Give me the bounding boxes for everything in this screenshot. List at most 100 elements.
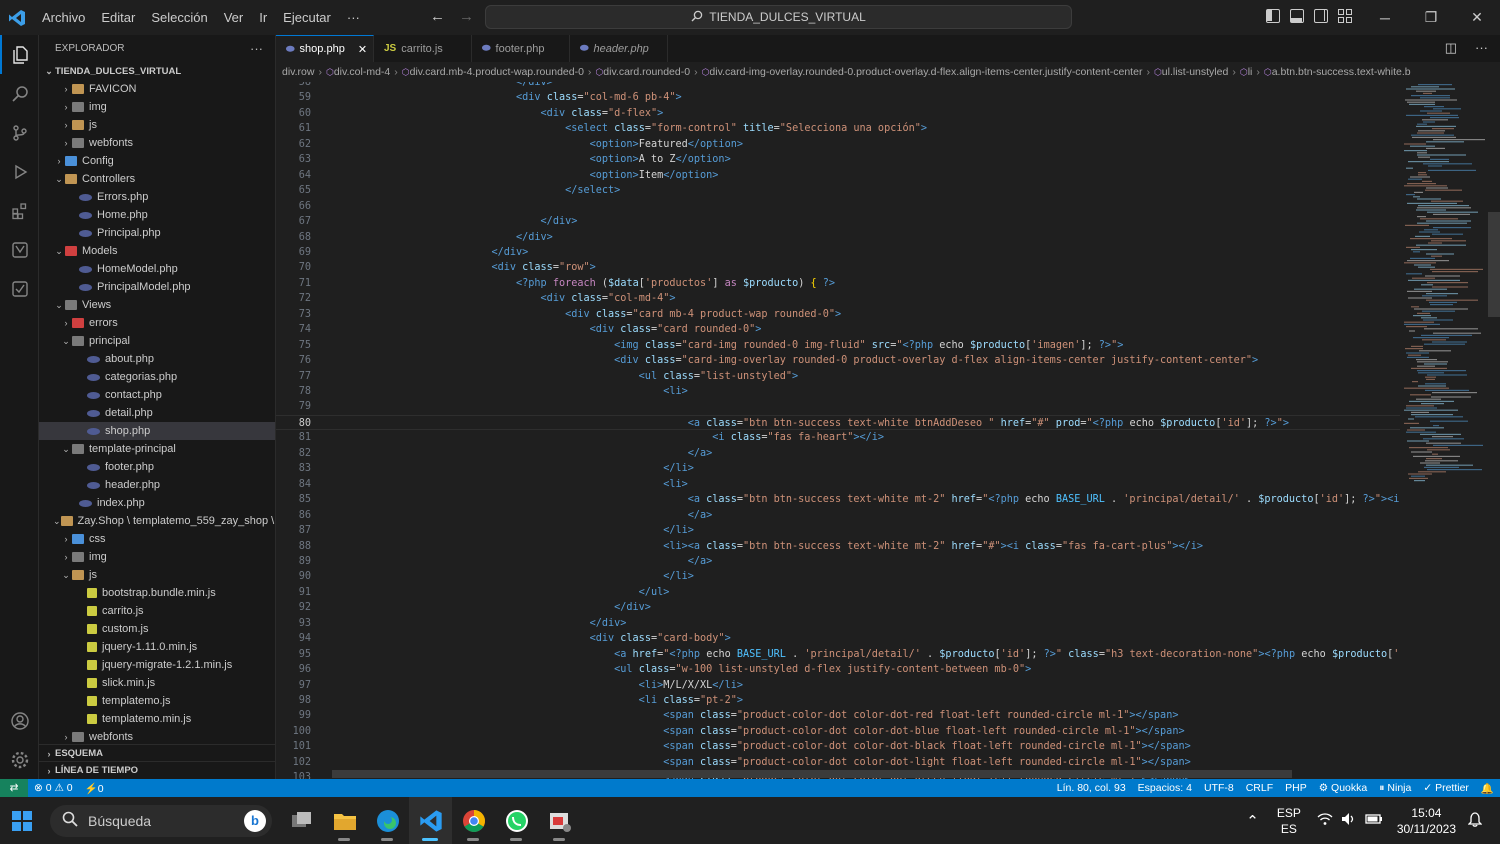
code-line[interactable]: 87 </li> <box>276 523 1400 538</box>
horizontal-scrollbar[interactable] <box>332 770 1292 778</box>
code-line[interactable]: 60 <div class="d-flex"> <box>276 106 1400 121</box>
code-line[interactable]: 62 <option>Featured</option> <box>276 137 1400 152</box>
tree-folder[interactable]: › img <box>39 548 275 566</box>
code-line[interactable]: 66 <box>276 199 1400 214</box>
code-line[interactable]: 100 <span class="product-color-dot color… <box>276 724 1400 739</box>
code-line[interactable]: 93 </div> <box>276 616 1400 631</box>
tree-file[interactable]: Home.php <box>39 206 275 224</box>
input-language[interactable]: ESP ES <box>1277 805 1301 837</box>
forward-arrow-icon[interactable]: → <box>459 8 474 25</box>
start-button[interactable] <box>0 797 44 844</box>
tree-folder[interactable]: › errors <box>39 314 275 332</box>
close-window-icon[interactable]: ✕ <box>1454 0 1500 35</box>
clock[interactable]: 15:04 30/11/2023 <box>1397 805 1456 837</box>
code-line[interactable]: 69 </div> <box>276 245 1400 260</box>
menu-item[interactable]: Archivo <box>34 10 93 25</box>
tree-file[interactable]: shop.php <box>39 422 275 440</box>
split-editor-icon[interactable]: ◫ <box>1445 40 1457 56</box>
close-tab-icon[interactable]: ✕ <box>358 43 367 56</box>
accounts-icon[interactable] <box>0 701 39 740</box>
status-item[interactable]: UTF-8 <box>1198 782 1240 794</box>
battery-icon[interactable] <box>1365 813 1383 828</box>
code-line[interactable]: 80 <a class="btn btn-success text-white … <box>276 414 1400 431</box>
code-line[interactable]: 72 <div class="col-md-4"> <box>276 291 1400 306</box>
back-arrow-icon[interactable]: ← <box>430 8 445 25</box>
restore-icon[interactable]: ❐ <box>1408 0 1454 35</box>
code-line[interactable]: 90 </li> <box>276 569 1400 584</box>
ports-indicator[interactable]: ⚡0 <box>79 782 110 795</box>
code-line[interactable]: 98 <li class="pt-2"> <box>276 693 1400 708</box>
workspace-root[interactable]: ⌄ TIENDA_DULCES_VIRTUAL <box>39 62 275 80</box>
notifications-bell-icon[interactable] <box>1467 811 1483 830</box>
code-line[interactable]: 88 <li><a class="btn btn-success text-wh… <box>276 539 1400 554</box>
tree-file[interactable]: footer.php <box>39 458 275 476</box>
outline-section[interactable]: › ESQUEMA <box>39 744 275 762</box>
taskbar-search[interactable]: Búsqueda b <box>50 804 272 837</box>
tree-folder[interactable]: › img <box>39 98 275 116</box>
tree-file[interactable]: jquery-migrate-1.2.1.min.js <box>39 656 275 674</box>
code-line[interactable]: 91 </ul> <box>276 585 1400 600</box>
code-line[interactable]: 73 <div class="card mb-4 product-wap rou… <box>276 307 1400 322</box>
minimize-icon[interactable]: ─ <box>1362 0 1408 35</box>
timeline-section[interactable]: › LÍNEA DE TIEMPO <box>39 761 275 779</box>
code-editor[interactable]: 58 </div> 59 <div class="col-md-6 pb-4"> 6… <box>276 82 1400 779</box>
status-item[interactable]: 🔔 <box>1475 782 1500 795</box>
tree-file[interactable]: bootstrap.bundle.min.js <box>39 584 275 602</box>
vertical-scrollbar-thumb[interactable] <box>1488 212 1500 317</box>
task-view-icon[interactable] <box>280 797 323 844</box>
menu-item[interactable]: Ejecutar <box>275 10 339 25</box>
status-item[interactable]: ⏸ Ninja <box>1373 782 1417 795</box>
code-line[interactable]: 79 <box>276 399 1400 414</box>
tree-folder[interactable]: ⌄ Controllers <box>39 170 275 188</box>
breadcrumb-item[interactable]: a.btn.btn-success.text-white.b <box>1272 66 1411 78</box>
customize-layout-icon[interactable] <box>1338 9 1352 23</box>
tab-footer-php[interactable]: ⬬ footer.php <box>472 35 570 62</box>
tree-folder[interactable]: › js <box>39 116 275 134</box>
code-line[interactable]: 83 </li> <box>276 461 1400 476</box>
tree-file[interactable]: carrito.js <box>39 602 275 620</box>
status-item[interactable]: Espacios: 4 <box>1132 782 1198 794</box>
tree-file[interactable]: detail.php <box>39 404 275 422</box>
tree-file[interactable]: templatemo.min.js <box>39 710 275 728</box>
tree-folder[interactable]: ⌄ principal <box>39 332 275 350</box>
code-line[interactable]: 85 <a class="btn btn-success text-white … <box>276 492 1400 507</box>
code-line[interactable]: 94 <div class="card-body"> <box>276 631 1400 646</box>
code-line[interactable]: 102 <span class="product-color-dot color… <box>276 755 1400 770</box>
code-line[interactable]: 61 <select class="form-control" title="S… <box>276 121 1400 136</box>
volume-icon[interactable] <box>1341 812 1357 829</box>
breadcrumb-item[interactable]: div.row <box>282 66 314 78</box>
vscode-taskbar-icon[interactable] <box>409 797 452 844</box>
tree-folder[interactable]: › Config <box>39 152 275 170</box>
toggle-primary-sidebar-icon[interactable] <box>1266 9 1280 23</box>
status-item[interactable]: CRLF <box>1240 782 1279 794</box>
tree-file[interactable]: Errors.php <box>39 188 275 206</box>
tree-file[interactable]: slick.min.js <box>39 674 275 692</box>
snipping-tool-icon[interactable] <box>538 797 581 844</box>
toggle-secondary-sidebar-icon[interactable] <box>1314 9 1328 23</box>
chrome-browser-icon[interactable] <box>452 797 495 844</box>
whatsapp-icon[interactable] <box>495 797 538 844</box>
problems-indicator[interactable]: ⊗ 0 ⚠ 0 <box>28 782 79 794</box>
menu-item[interactable]: Selección <box>143 10 215 25</box>
code-line[interactable]: 78 <li> <box>276 384 1400 399</box>
code-line[interactable]: 77 <ul class="list-unstyled"> <box>276 369 1400 384</box>
code-line[interactable]: 74 <div class="card rounded-0"> <box>276 322 1400 337</box>
tree-file[interactable]: HomeModel.php <box>39 260 275 278</box>
code-line[interactable]: 81 <i class="fas fa-heart"></i> <box>276 430 1400 445</box>
code-line[interactable]: 99 <span class="product-color-dot color-… <box>276 708 1400 723</box>
tab-header-php[interactable]: ⬬ header.php <box>570 35 668 62</box>
tree-folder[interactable]: ⌄ js <box>39 566 275 584</box>
run-debug-icon[interactable] <box>0 152 39 191</box>
breadcrumb-item[interactable]: div.card.rounded-0 <box>603 66 690 78</box>
breadcrumb-item[interactable]: ul.list-unstyled <box>1162 66 1229 78</box>
tree-folder[interactable]: ⌄ Models <box>39 242 275 260</box>
code-line[interactable]: 82 </a> <box>276 446 1400 461</box>
code-line[interactable]: 95 <a href="<?php echo BASE_URL . 'princ… <box>276 647 1400 662</box>
tree-folder[interactable]: ⌄ Zay.Shop \ templatemo_559_zay_shop \... <box>39 512 275 530</box>
tree-file[interactable]: jquery-1.11.0.min.js <box>39 638 275 656</box>
status-item[interactable]: Lín. 80, col. 93 <box>1051 782 1132 794</box>
breadcrumb-item[interactable]: div.col-md-4 <box>334 66 390 78</box>
more-actions-icon[interactable]: ··· <box>1475 40 1488 56</box>
code-line[interactable]: 59 <div class="col-md-6 pb-4"> <box>276 90 1400 105</box>
tree-file[interactable]: Principal.php <box>39 224 275 242</box>
